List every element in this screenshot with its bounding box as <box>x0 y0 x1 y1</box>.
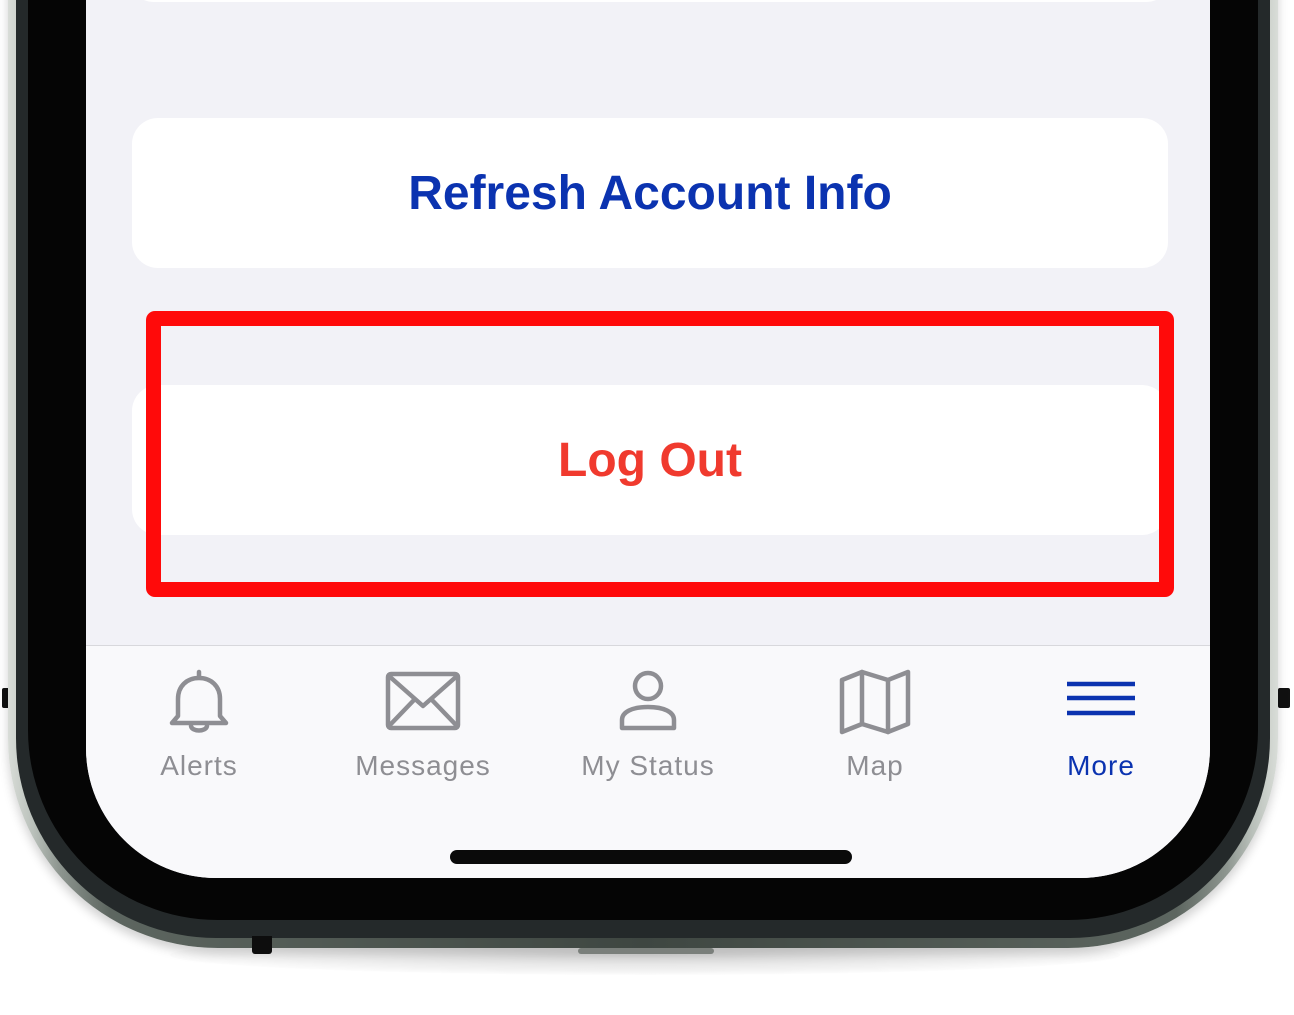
tab-my-status-label: My Status <box>581 750 715 781</box>
menu-icon <box>1067 681 1135 716</box>
person-icon <box>619 670 677 731</box>
tab-more-label: More <box>1067 750 1135 781</box>
log-out-button[interactable]: Log Out <box>132 385 1168 535</box>
phone-screen: Refresh Account Info Log Out Alerts Mess… <box>86 0 1210 878</box>
tab-messages-label: Messages <box>355 750 491 781</box>
tab-map[interactable]: Map <box>762 646 988 796</box>
envelope-icon <box>385 671 461 731</box>
refresh-account-info-button[interactable]: Refresh Account Info <box>132 118 1168 268</box>
tab-alerts-label: Alerts <box>160 750 238 781</box>
home-indicator <box>450 850 852 864</box>
bottom-speaker-slot <box>578 948 714 954</box>
map-icon <box>839 669 911 735</box>
tab-bar: Alerts Messages My Status Map More <box>86 645 1210 878</box>
tab-messages[interactable]: Messages <box>310 646 536 796</box>
tab-alerts[interactable]: Alerts <box>86 646 312 796</box>
previous-card-partial <box>132 0 1168 2</box>
screen-content: Refresh Account Info Log Out Alerts Mess… <box>86 0 1210 878</box>
right-side-button <box>1278 688 1290 708</box>
tab-more[interactable]: More <box>988 646 1210 796</box>
tab-my-status[interactable]: My Status <box>535 646 761 796</box>
device-mockup: Refresh Account Info Log Out Alerts Mess… <box>0 0 1294 1015</box>
tab-map-label: Map <box>846 750 904 781</box>
bottom-antenna-notch <box>252 936 272 954</box>
bell-icon <box>169 669 229 733</box>
